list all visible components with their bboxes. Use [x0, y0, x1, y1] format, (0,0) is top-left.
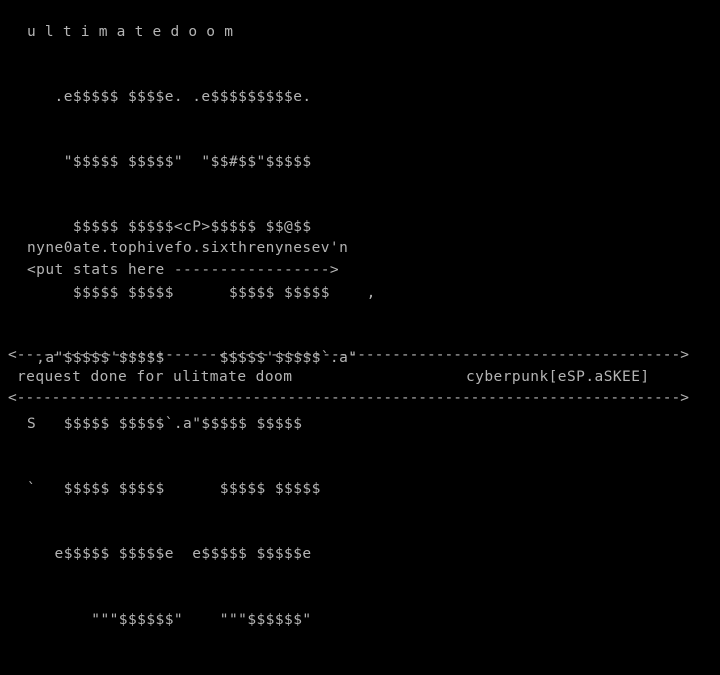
ascii-logo-line: e$$$$$ $$$$$e e$$$$$ $$$$$e: [27, 546, 312, 563]
terminal-screen: ultimatedoom .e$$$$$ $$$$e. .e$$$$$$$$$e…: [0, 0, 720, 628]
address-line: nyne0ate.tophivefo.sixthrenynesev'n: [27, 240, 349, 256]
ascii-logo-line: ` $$$$$ $$$$$ $$$$$ $$$$$: [27, 480, 321, 497]
ascii-logo-line: $$$$$ $$$$$<cP>$$$$$ $$@$$: [27, 219, 312, 236]
ascii-logo-line: """$$$$$$" """$$$$$$": [27, 611, 312, 628]
page-title: ultimatedoom: [27, 24, 243, 40]
stats-placeholder: <put stats here ----------------->: [27, 262, 340, 278]
ascii-logo-line: $$$$$ $$$$$ $$$$$ $$$$$ ,: [27, 284, 376, 301]
status-message: request done for ulitmate doom: [17, 369, 293, 385]
divider-bottom: <---------------------------------------…: [8, 390, 689, 406]
ascii-logo-line: S $$$$$ $$$$$`.a"$$$$$ $$$$$: [27, 415, 303, 432]
ascii-logo-line: .e$$$$$ $$$$e. .e$$$$$$$$$e.: [27, 88, 312, 105]
author-credit: cyberpunk[eSP.aSKEE]: [466, 369, 650, 385]
divider-top: <---------------------------------------…: [8, 347, 689, 363]
ascii-logo-line: "$$$$$ $$$$$" "$$#$$"$$$$$: [27, 153, 312, 170]
